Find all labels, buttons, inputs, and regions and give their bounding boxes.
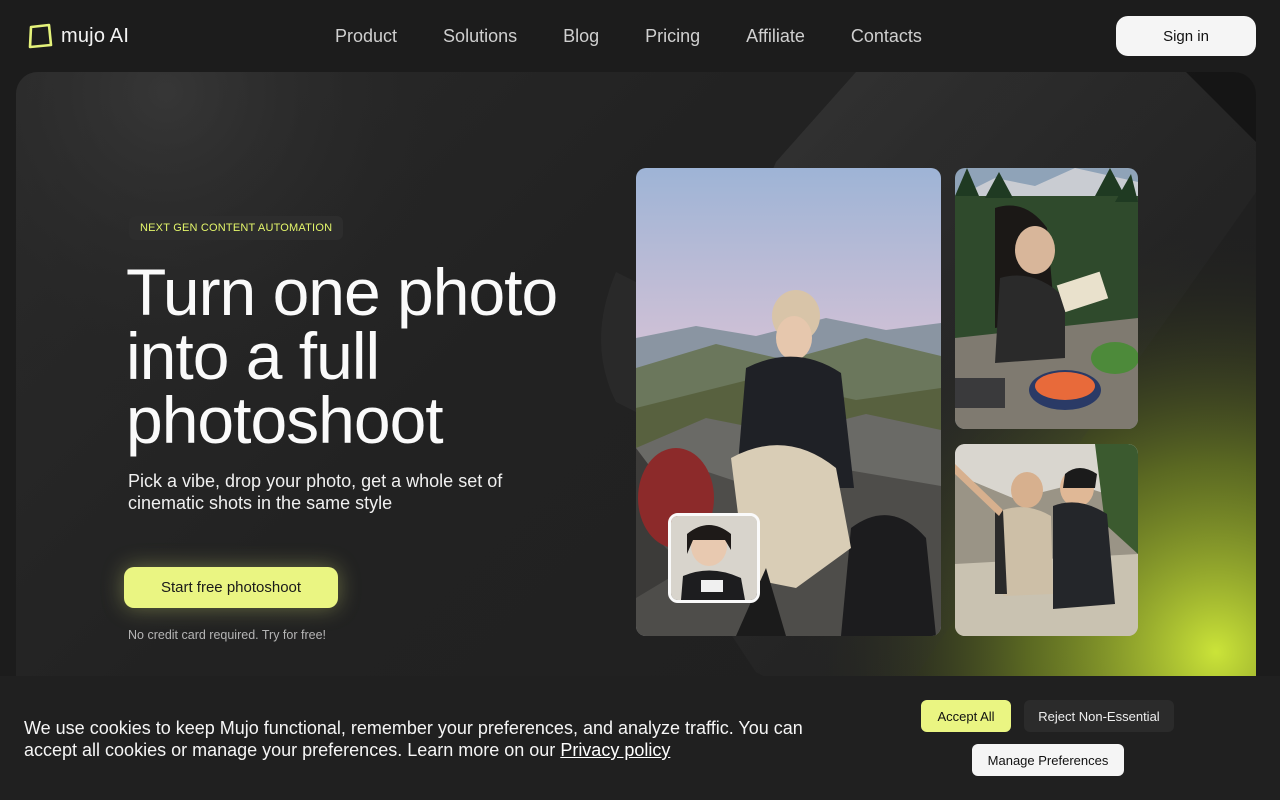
manage-preferences-button[interactable]: Manage Preferences [972,744,1124,776]
source-photo-thumbnail [668,513,760,603]
main-nav: Product Solutions Blog Pricing Affiliate… [335,24,922,48]
cookie-message: We use cookies to keep Mujo functional, … [24,717,824,761]
logo-link[interactable]: mujo AI [27,22,129,50]
nav-item-blog[interactable]: Blog [563,24,599,48]
cta-note: No credit card required. Try for free! [128,628,326,642]
hero-photo-trail [955,444,1138,636]
square-frame-icon [28,23,53,49]
site-header: mujo AI Product Solutions Blog Pricing A… [0,0,1280,72]
hero-photo-picnic [955,168,1138,429]
hero-section: NEXT GEN CONTENT AUTOMATION Turn one pho… [16,72,1256,732]
hero-headline: Turn one photo into a full photoshoot [126,255,558,457]
cookie-message-text: We use cookies to keep Mujo functional, … [24,718,803,760]
nav-item-solutions[interactable]: Solutions [443,24,517,48]
start-free-photoshoot-button[interactable]: Start free photoshoot [124,567,338,608]
nav-item-contacts[interactable]: Contacts [851,24,922,48]
nav-item-product[interactable]: Product [335,24,397,48]
cookie-banner: We use cookies to keep Mujo functional, … [0,676,1280,800]
hero-subtext: Pick a vibe, drop your photo, get a whol… [128,471,503,513]
hero-badge: NEXT GEN CONTENT AUTOMATION [129,216,344,240]
brand-name: mujo AI [61,24,130,47]
reject-non-essential-button[interactable]: Reject Non-Essential [1024,700,1174,732]
accept-all-button[interactable]: Accept All [921,700,1011,732]
privacy-policy-link[interactable]: Privacy policy [560,740,670,760]
nav-item-pricing[interactable]: Pricing [645,24,700,48]
nav-item-affiliate[interactable]: Affiliate [746,24,805,48]
sign-in-button[interactable]: Sign in [1116,16,1256,56]
